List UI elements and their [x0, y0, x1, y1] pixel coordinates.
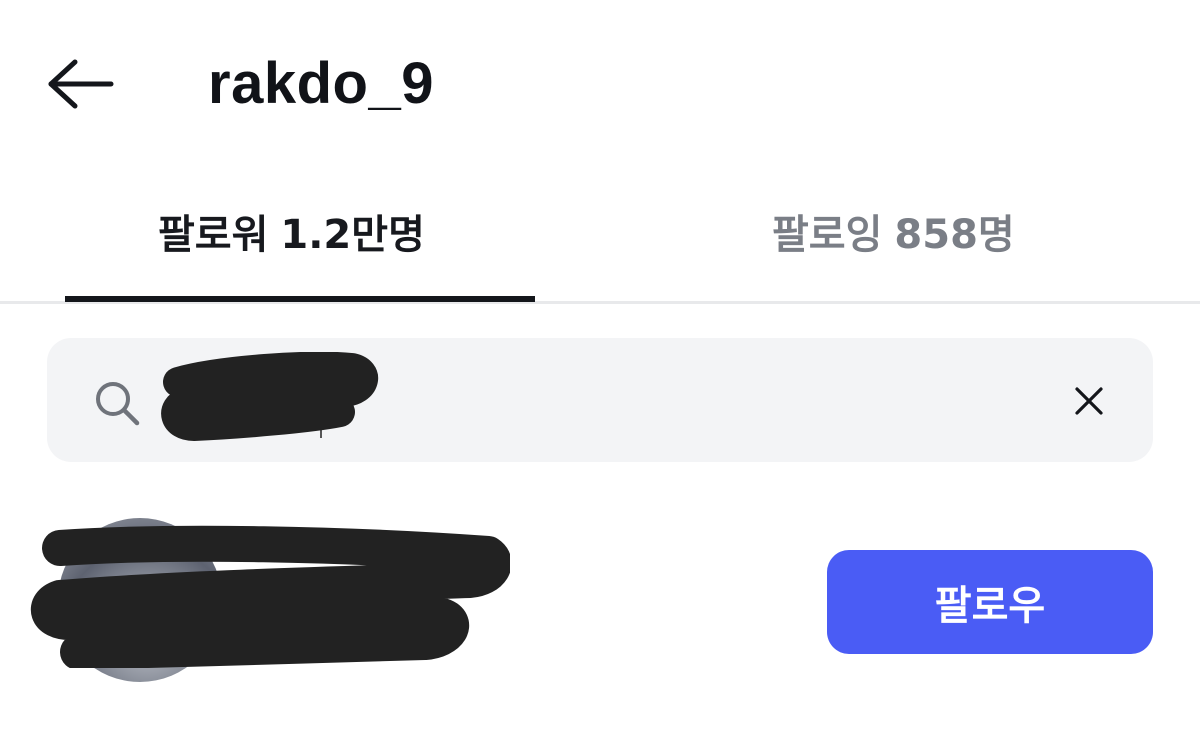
- arrow-left-icon: [48, 59, 114, 109]
- tab-following-label: 팔로잉: [772, 212, 883, 258]
- back-button[interactable]: [40, 52, 120, 116]
- tab-followers-label: 팔로워: [158, 212, 269, 258]
- tab-following[interactable]: 팔로잉 858명: [772, 200, 1015, 270]
- active-tab-indicator: [65, 296, 535, 302]
- search-input[interactable]: [166, 360, 1030, 442]
- close-icon: [1075, 387, 1103, 415]
- profile-username-title: rakdo_9: [208, 51, 434, 116]
- user-list-item[interactable]: 팔로우: [0, 500, 1200, 700]
- tab-followers[interactable]: 팔로워 1.2만명: [158, 200, 425, 270]
- clear-search-button[interactable]: [1064, 376, 1114, 426]
- tab-following-count: 858명: [894, 212, 1015, 258]
- avatar[interactable]: [58, 518, 222, 682]
- follow-tabs: 팔로워 1.2만명 팔로잉 858명: [0, 170, 1200, 304]
- top-app-bar: rakdo_9: [0, 0, 1200, 170]
- tab-followers-count: 1.2만명: [280, 212, 425, 258]
- follow-button[interactable]: 팔로우: [827, 550, 1153, 654]
- search-icon: [96, 382, 140, 426]
